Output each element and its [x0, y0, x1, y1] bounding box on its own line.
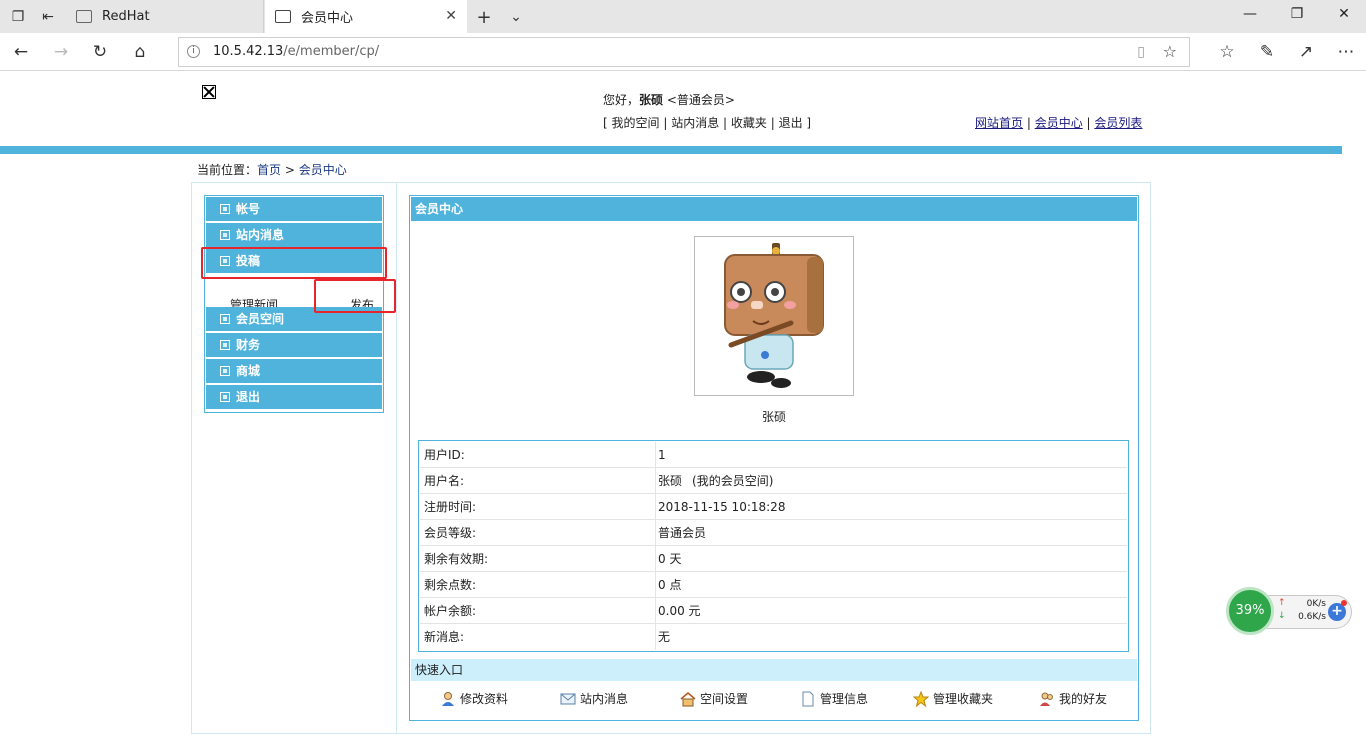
sidebar-item-shop[interactable]: 商城	[206, 359, 382, 383]
quick-edit-profile[interactable]: 修改资料	[440, 690, 508, 707]
table-row: 剩余有效期: 0 天	[420, 546, 1127, 572]
highlight-box-publish	[314, 279, 396, 313]
broken-image-icon	[202, 85, 216, 99]
table-row: 新消息: 无	[420, 624, 1127, 650]
network-speed-widget[interactable]: 39% ↑ ↓ 0K/s 0.6K/s +	[1226, 587, 1354, 637]
site-links: 网站首页 | 会员中心 | 会员列表	[975, 116, 1143, 130]
link-member-list[interactable]: 会员列表	[1094, 116, 1142, 130]
pen-icon[interactable]: ✎	[1256, 41, 1278, 63]
table-row: 用户名: 张硕 (我的会员空间)	[420, 468, 1127, 494]
quick-links-title: 快速入口	[411, 659, 1137, 681]
avatar-cartoon-icon	[724, 243, 824, 388]
new-tab-icon[interactable]: +	[474, 7, 494, 28]
address-bar[interactable]: i 10.5.42.13/e/member/cp/ ▯ ☆	[178, 37, 1190, 67]
header-divider	[0, 146, 1342, 154]
favorite-star-icon[interactable]: ☆	[1163, 42, 1177, 61]
restore-icon[interactable]: ❐	[1287, 6, 1307, 26]
avatar-name: 张硕	[761, 410, 786, 424]
forward-icon[interactable]: →	[50, 41, 72, 63]
link-site-home[interactable]: 网站首页	[975, 116, 1023, 130]
more-icon[interactable]: ⋯	[1335, 41, 1357, 63]
username: 张硕	[639, 93, 664, 107]
friends-icon	[1040, 692, 1053, 706]
link-favorites[interactable]: 收藏夹	[731, 116, 767, 130]
url-text[interactable]: 10.5.42.13/e/member/cp/	[213, 44, 379, 59]
back-icon[interactable]: ←	[10, 41, 32, 63]
greeting: 您好，张硕 <普通会员>	[603, 93, 735, 107]
share-icon[interactable]: ↗	[1295, 41, 1317, 63]
page-icon	[275, 10, 291, 23]
notification-dot	[1341, 600, 1347, 606]
tab-label: RedHat	[102, 9, 150, 24]
member-info-table: 用户ID: 1 用户名: 张硕 (我的会员空间) 注册时间: 2018-11-15 10…	[418, 440, 1129, 652]
panel-title: 会员中心	[411, 197, 1137, 221]
quick-messages[interactable]: 站内消息	[560, 690, 628, 707]
quick-my-friends[interactable]: 我的好友	[1039, 690, 1107, 707]
link-logout[interactable]: 退出	[779, 116, 803, 130]
scrollbar[interactable]	[1349, 72, 1366, 738]
house-icon	[680, 691, 696, 706]
browser-tab-bar: ❐ ⇤ RedHat 会员中心 ✕ + ⌄ — ❐ ✕	[0, 0, 1366, 33]
breadcrumb-home[interactable]: 首页	[257, 163, 281, 177]
reading-view-icon[interactable]: ▯	[1137, 44, 1145, 60]
sidebar-item-account[interactable]: 帐号	[206, 197, 382, 221]
upload-arrow-icon: ↑	[1278, 598, 1286, 608]
member-level: <普通会员>	[666, 93, 735, 107]
quick-manage-info[interactable]: 管理信息	[800, 690, 868, 707]
table-row: 会员等级: 普通会员	[420, 520, 1127, 546]
web-page: 您好，张硕 <普通会员> [ 我的空间 | 站内消息 | 收藏夹 | 退出 ] …	[0, 72, 1366, 738]
user-icon	[442, 691, 454, 706]
sidebar: 帐号 站内消息 投稿 管理新闻 发布 会员空间 财务 商城 退出	[192, 183, 397, 733]
tab-label: 会员中心	[301, 11, 354, 26]
star-icon	[913, 690, 929, 707]
info-icon[interactable]: i	[187, 45, 200, 58]
table-row: 帐户余额: 0.00 元	[420, 598, 1127, 624]
table-row: 剩余点数: 0 点	[420, 572, 1127, 598]
link-member-center[interactable]: 会员中心	[1035, 116, 1083, 130]
link-my-space[interactable]: 我的空间	[612, 116, 660, 130]
tab-member-center[interactable]: 会员中心 ✕	[265, 0, 467, 33]
document-icon	[802, 691, 814, 706]
envelope-icon	[560, 693, 576, 704]
download-speed: 0.6K/s	[1298, 612, 1326, 622]
table-row: 注册时间: 2018-11-15 10:18:28	[420, 494, 1127, 520]
member-links: [ 我的空间 | 站内消息 | 收藏夹 | 退出 ]	[603, 116, 812, 130]
link-member-space[interactable]: (我的会员空间)	[692, 474, 773, 488]
download-arrow-icon: ↓	[1278, 611, 1286, 621]
sidebar-item-messages[interactable]: 站内消息	[206, 223, 382, 247]
content-frame: 帐号 站内消息 投稿 管理新闻 发布 会员空间 财务 商城 退出 会员中心 张硕…	[191, 182, 1151, 734]
set-tabs-aside-icon[interactable]: ⇤	[38, 7, 58, 27]
tab-manager-icon[interactable]: ❐	[8, 7, 28, 27]
collapse-box-icon	[220, 392, 230, 402]
highlight-box-submit	[201, 247, 387, 279]
table-row: 用户ID: 1	[420, 442, 1127, 468]
link-messages[interactable]: 站内消息	[671, 116, 719, 130]
refresh-icon[interactable]: ↻	[89, 41, 111, 63]
collapse-box-icon	[220, 314, 230, 324]
favorites-hub-icon[interactable]: ☆	[1216, 41, 1238, 63]
browser-nav-bar: ← → ↻ ⌂ i 10.5.42.13/e/member/cp/ ▯ ☆ ☆ …	[0, 33, 1366, 71]
breadcrumb-current[interactable]: 会员中心	[299, 163, 347, 177]
collapse-box-icon	[220, 204, 230, 214]
sidebar-item-logout[interactable]: 退出	[206, 385, 382, 409]
minimize-icon[interactable]: —	[1240, 6, 1260, 26]
main-panel: 会员中心 张硕 用户ID: 1 用户名: 张硕 (我的会员空间) 注册时间: 2…	[409, 195, 1139, 721]
collapse-box-icon	[220, 340, 230, 350]
collapse-box-icon	[220, 366, 230, 376]
collapse-box-icon	[220, 230, 230, 240]
tab-redhat[interactable]: RedHat	[66, 0, 264, 33]
page-icon	[76, 10, 92, 23]
close-window-icon[interactable]: ✕	[1334, 6, 1354, 26]
quick-manage-favorites[interactable]: 管理收藏夹	[913, 690, 993, 707]
quick-space-settings[interactable]: 空间设置	[680, 690, 748, 707]
chevron-down-icon[interactable]: ⌄	[506, 7, 526, 27]
avatar	[694, 236, 854, 396]
memory-usage-badge[interactable]: 39%	[1226, 587, 1274, 635]
sidebar-item-finance[interactable]: 财务	[206, 333, 382, 357]
home-icon[interactable]: ⌂	[129, 41, 151, 63]
breadcrumb: 当前位置：首页 > 会员中心	[197, 163, 347, 177]
close-tab-icon[interactable]: ✕	[445, 8, 457, 24]
upload-speed: 0K/s	[1306, 599, 1326, 609]
